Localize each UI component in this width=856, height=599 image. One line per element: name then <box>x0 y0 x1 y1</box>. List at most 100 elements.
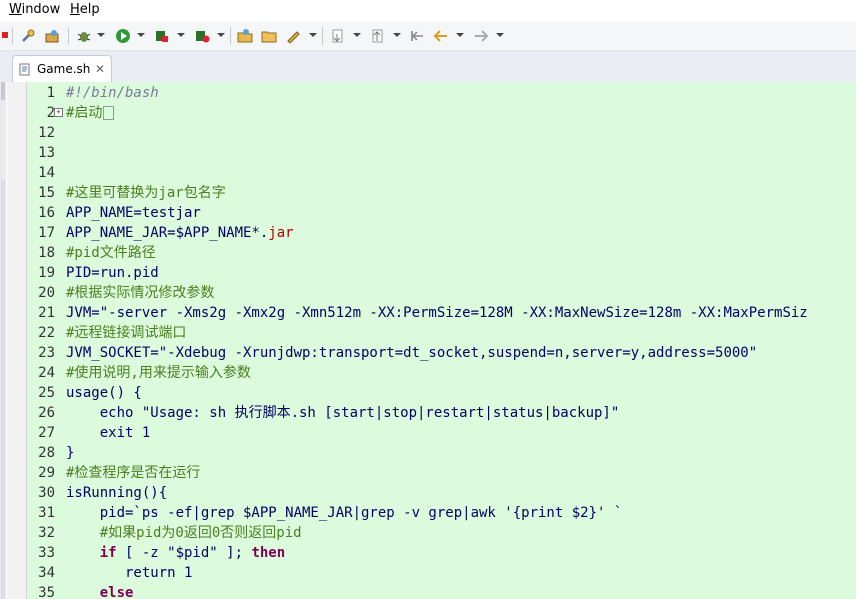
open-type-icon[interactable] <box>237 28 253 44</box>
code-text[interactable]: #!/bin/bash <box>66 83 159 103</box>
code-text[interactable]: if [ -z "$pid" ]; then <box>66 543 285 563</box>
line-number: 29 <box>38 465 55 481</box>
code-token: if <box>66 545 117 561</box>
line-number: 23 <box>38 345 55 361</box>
code-text[interactable]: exit 1 <box>66 423 151 443</box>
coverage-dropdown-arrow[interactable] <box>177 33 185 37</box>
code-line[interactable]: 14 <box>0 163 856 183</box>
code-token: #根据实际情况修改参数 <box>66 285 215 301</box>
code-text[interactable]: #检查程序是否在运行 <box>66 463 200 483</box>
code-line[interactable]: 20 #根据实际情况修改参数 <box>0 283 856 303</box>
code-line[interactable]: 28} <box>0 443 856 463</box>
code-line[interactable]: 26 echo "Usage: sh 执行脚本.sh [start|stop|r… <box>0 403 856 423</box>
code-text[interactable]: #这里可替换为jar包名字 <box>66 183 226 203</box>
code-line[interactable]: 12 <box>0 123 856 143</box>
debug-dropdown-arrow[interactable] <box>97 33 105 37</box>
code-line[interactable]: 18 #pid文件路径 <box>0 243 856 263</box>
forward-dropdown-arrow[interactable] <box>496 33 504 37</box>
code-line[interactable]: 25 usage() { <box>0 383 856 403</box>
pen-icon[interactable] <box>285 28 301 44</box>
code-line[interactable]: 16 APP_NAME=testjar <box>0 203 856 223</box>
open-folder-icon[interactable] <box>261 28 277 44</box>
code-text[interactable]: pid=`ps -ef|grep $APP_NAME_JAR|grep -v g… <box>66 503 623 523</box>
code-text[interactable]: #根据实际情况修改参数 <box>66 283 214 303</box>
code-text[interactable]: } <box>66 443 74 463</box>
code-line[interactable]: 1 #!/bin/bash <box>0 83 856 103</box>
code-text[interactable]: echo "Usage: sh 执行脚本.sh [start|stop|rest… <box>66 403 620 423</box>
menu-help[interactable]: Help <box>70 2 100 17</box>
code-token: #这里可替换为jar包名字 <box>66 185 226 201</box>
code-line[interactable]: 33 if [ -z "$pid" ]; then <box>0 543 856 563</box>
code-line[interactable]: 32 #如果pid为0返回0否则返回pid <box>0 523 856 543</box>
tab-game-sh[interactable]: Game.sh ✕ <box>12 55 112 83</box>
forward-icon[interactable] <box>473 28 489 44</box>
prev-annotation-dropdown-arrow[interactable] <box>393 33 401 37</box>
run-dropdown-arrow[interactable] <box>137 33 145 37</box>
back-dropdown-arrow[interactable] <box>456 33 464 37</box>
back-icon[interactable] <box>433 28 449 44</box>
code-text[interactable]: usage() { <box>66 383 142 403</box>
pen-dropdown-arrow[interactable] <box>309 33 317 37</box>
code-text[interactable]: #如果pid为0返回0否则返回pid <box>66 523 302 543</box>
code-text[interactable]: JVM="-server -Xms2g -Xmx2g -Xmn512m -XX:… <box>66 303 808 323</box>
code-token: APP_NAME_JAR=$APP_NAME*. <box>66 225 269 241</box>
bug-icon[interactable] <box>76 28 92 44</box>
line-number: 22 <box>38 325 55 341</box>
run-icon[interactable] <box>115 28 131 44</box>
code-text[interactable]: #pid文件路径 <box>66 243 156 263</box>
code-line[interactable]: 23 JVM_SOCKET="-Xdebug -Xrunjdwp:transpor… <box>0 343 856 363</box>
line-number: 24 <box>38 365 55 381</box>
expand-fold-icon[interactable]: + <box>54 108 63 117</box>
next-annotation-icon[interactable] <box>330 28 346 44</box>
code-token: isRunning(){ <box>66 485 168 501</box>
package-icon[interactable] <box>44 28 60 44</box>
toolbar-separator <box>12 27 13 45</box>
close-icon[interactable]: ✕ <box>95 62 105 76</box>
next-annotation-dropdown-arrow[interactable] <box>353 33 361 37</box>
editor-tab-strip: Game.sh ✕ <box>0 51 856 83</box>
external-tools-icon[interactable] <box>194 28 210 44</box>
code-line[interactable]: 31 pid=`ps -ef|grep $APP_NAME_JAR|grep -… <box>0 503 856 523</box>
code-line[interactable]: 17 APP_NAME_JAR=$APP_NAME*.jar <box>0 223 856 243</box>
code-line[interactable]: 29 #检查程序是否在运行 <box>0 463 856 483</box>
code-line[interactable]: 19 PID=run.pid <box>0 263 856 283</box>
collapsed-region-icon[interactable] <box>103 106 115 120</box>
code-text[interactable]: #远程链接调试端口 <box>66 323 186 343</box>
code-text[interactable]: APP_NAME_JAR=$APP_NAME*.jar <box>66 223 294 243</box>
external-tools-dropdown-arrow[interactable] <box>217 33 225 37</box>
code-token: #检查程序是否在运行 <box>66 465 201 481</box>
code-text[interactable]: return 1 <box>66 563 192 583</box>
code-line[interactable]: 30 isRunning(){ <box>0 483 856 503</box>
code-line[interactable]: 24 #使用说明,用来提示输入参数 <box>0 363 856 383</box>
line-number: 20 <box>38 285 55 301</box>
code-text[interactable]: #使用说明,用来提示输入参数 <box>66 363 251 383</box>
line-number: 13 <box>38 145 55 161</box>
code-line[interactable]: 22 #远程链接调试端口 <box>0 323 856 343</box>
code-text[interactable]: else <box>66 583 134 599</box>
menu-help-label: elp <box>79 2 100 17</box>
code-line[interactable]: 35 else <box>0 583 856 599</box>
code-text[interactable]: APP_NAME=testjar <box>66 203 201 223</box>
code-line[interactable]: 27 exit 1 <box>0 423 856 443</box>
code-token: else <box>66 585 134 599</box>
code-line[interactable]: 13 <box>0 143 856 163</box>
last-edit-icon[interactable] <box>409 28 425 44</box>
prev-annotation-icon[interactable] <box>370 28 386 44</box>
code-token: jar <box>268 225 294 241</box>
coverage-icon[interactable] <box>154 28 170 44</box>
code-line[interactable]: 15 #这里可替换为jar包名字 <box>0 183 856 203</box>
line-number: 27 <box>38 425 55 441</box>
code-line[interactable]: 2 + #启动 <box>0 103 856 123</box>
line-number: 14 <box>38 165 55 181</box>
menu-window-label: indow <box>21 2 61 17</box>
wrench-icon[interactable] <box>20 28 36 44</box>
toolbar-separator <box>322 27 323 45</box>
menu-window[interactable]: Window <box>9 2 60 17</box>
code-line[interactable]: 34 return 1 <box>0 563 856 583</box>
line-number: 17 <box>38 225 55 241</box>
code-text[interactable]: isRunning(){ <box>66 483 167 503</box>
code-text[interactable]: PID=run.pid <box>66 263 159 283</box>
code-text[interactable]: #启动 <box>66 103 115 123</box>
code-line[interactable]: 21 JVM="-server -Xms2g -Xmx2g -Xmn512m -X… <box>0 303 856 323</box>
code-text[interactable]: JVM_SOCKET="-Xdebug -Xrunjdwp:transport=… <box>66 343 757 363</box>
